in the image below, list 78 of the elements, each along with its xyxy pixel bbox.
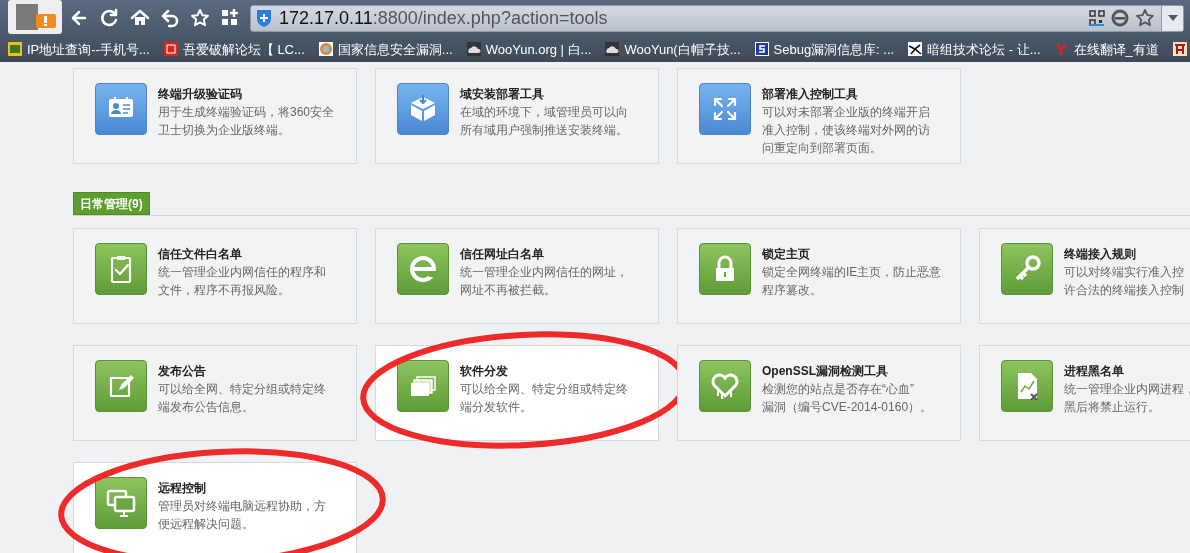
card-description: 可以对未部署企业版的终端开启 准入控制，使该终端对外网的访 问重定向到部署页面。 — [762, 104, 930, 157]
bookmark-favicon-icon — [8, 42, 22, 56]
reload-icon — [100, 8, 120, 28]
bookmark-favicon-icon — [318, 42, 333, 56]
card-title: 部署准入控制工具 — [762, 86, 859, 103]
bookmark-favicon-icon — [466, 42, 481, 56]
clipboard-check-tile-icon — [95, 243, 147, 295]
card-description: 用于生成终端验证码，将360安全 卫士切换为企业版终端。 — [158, 104, 335, 139]
bookmark-favicon-icon — [754, 42, 769, 56]
tool-card[interactable]: 发布公告 可以给全网、特定分组或特定终 端发布公告信息。 — [73, 345, 357, 441]
package-box-tile-icon — [397, 83, 449, 135]
tool-card[interactable]: 进程黑名单 统一管理企业内网进程， 黑后将禁止运行。 — [979, 345, 1190, 441]
card-title: 进程黑名单 — [1064, 363, 1125, 380]
avatar-icon[interactable] — [8, 0, 62, 34]
id-card-tile-icon — [95, 83, 147, 135]
bookmark-link[interactable]: 在线翻译_有道 — [1054, 42, 1159, 56]
bookmark-favicon-icon — [908, 42, 923, 56]
bookmark-favicon-icon — [1172, 42, 1187, 56]
card-title: 软件分发 — [460, 363, 509, 380]
edit-note-tile-icon — [95, 360, 147, 412]
bookmark-link[interactable]: Sebug漏洞信息库: ... — [754, 42, 895, 56]
card-title: 终端接入规则 — [1064, 246, 1137, 263]
bookmark-favicon-icon — [1054, 42, 1069, 56]
bookmark-link[interactable]: 吾爱破解论坛【 LC... — [163, 42, 305, 56]
bookmark-link[interactable]: IP地址查询--手机号... — [8, 42, 150, 56]
expand-arrows-tile-icon — [699, 83, 751, 135]
card-description: 可以对终端实行准入控 许合法的终端接入控制 — [1064, 264, 1184, 299]
bookmark-link[interactable]: WooYun.org | 白... — [466, 42, 592, 56]
card-title: 终端升级验证码 — [158, 86, 243, 103]
letter-e-tile-icon — [397, 243, 449, 295]
apps-icon — [220, 8, 240, 28]
dripping-heart-tile-icon — [699, 360, 751, 412]
card-title: 信任文件白名单 — [158, 246, 243, 263]
card-title: 域安装部署工具 — [460, 86, 545, 103]
card-title: 远程控制 — [158, 480, 207, 497]
tool-card[interactable]: 域安装部署工具 在域的环境下，域管理员可以向 所有域用户强制推送安装终端。 — [375, 68, 659, 164]
card-title: 发布公告 — [158, 363, 207, 380]
tool-card[interactable]: OpenSSL漏洞检测工具 检测您的站点是否存在“心血” 漏洞（编号CVE-2014-0160）。 — [677, 345, 961, 441]
card-description: 在域的环境下，域管理员可以向 所有域用户强制推送安装终端。 — [460, 104, 628, 139]
card-description: 统一管理企业内网进程， 黑后将禁止运行。 — [1064, 381, 1190, 416]
dropdown-button[interactable] — [1161, 5, 1183, 31]
tool-card[interactable]: 信任文件白名单 统一管理企业内网信任的程序和 文件，程序不再报风险。 — [73, 228, 357, 324]
document-chart-tile-icon — [1001, 360, 1053, 412]
card-description: 检测您的站点是否存在“心血” 漏洞（编号CVE-2014-0160）。 — [762, 381, 933, 416]
shield-icon — [255, 8, 273, 28]
card-description: 可以给全网、特定分组或特定终 端发布公告信息。 — [158, 381, 326, 416]
undo-icon — [160, 8, 180, 28]
url-text: 172.17.0.11:8800/index.php?action=tools — [279, 9, 608, 27]
card-description: 锁定全网终端的IE主页，防止恶意 程序篡改。 — [762, 264, 942, 299]
tool-card[interactable]: 信任网址白名单 统一管理企业内网信任的网址， 网址不再被拦截。 — [375, 228, 659, 324]
card-description: 统一管理企业内网信任的网址， 网址不再被拦截。 — [460, 264, 628, 299]
address-bar[interactable]: 172.17.0.11:8800/index.php?action=tools — [250, 4, 1184, 32]
bookmark-favicon-icon — [163, 42, 178, 56]
tool-card[interactable]: 终端接入规则 可以对终端实行准入控 许合法的终端接入控制 — [979, 228, 1190, 324]
card-description: 统一管理企业内网信任的程序和 文件，程序不再报风险。 — [158, 264, 326, 299]
card-description: 可以给全网、特定分组或特定终 端分发软件。 — [460, 381, 628, 416]
tool-card[interactable]: 远程控制 管理员对终端电脑远程协助，方 便远程解决问题。 — [73, 462, 357, 553]
stacked-windows-tile-icon — [397, 360, 449, 412]
card-title: 信任网址白名单 — [460, 246, 545, 263]
home-icon — [130, 8, 150, 28]
padlock-tile-icon — [699, 243, 751, 295]
monitors-tile-icon — [95, 477, 147, 529]
tool-card[interactable]: 软件分发 可以给全网、特定分组或特定终 端分发软件。 — [375, 345, 659, 441]
caret-icon — [1167, 15, 1178, 21]
card-description: 管理员对终端电脑远程协助，方 便远程解决问题。 — [158, 498, 326, 533]
star-icon — [190, 8, 210, 28]
key-tile-icon — [1001, 243, 1053, 295]
qr-code-icon[interactable] — [1089, 10, 1105, 26]
bookmark-link[interactable]: WooYun(白帽子技... — [605, 42, 741, 56]
bookmark-link[interactable]: 国家信息安全漏洞... — [318, 42, 453, 56]
tool-card[interactable]: 部署准入控制工具 可以对未部署企业版的终端开启 准入控制，使该终端对外网的访 问重定向到部署页面。 — [677, 68, 961, 164]
card-title: OpenSSL漏洞检测工具 — [762, 363, 889, 380]
tool-card[interactable]: 终端升级验证码 用于生成终端验证码，将360安全 卫士切换为企业版终端。 — [73, 68, 357, 164]
bookmark-favicon-icon — [605, 42, 620, 56]
card-title: 锁定主页 — [762, 246, 811, 263]
star-icon[interactable] — [1135, 8, 1155, 28]
tool-card[interactable]: 锁定主页 锁定全网终端的IE主页，防止恶意 程序篡改。 — [677, 228, 961, 324]
bookmark-link[interactable]: 暗组技术论坛 - 让... — [908, 42, 1041, 56]
